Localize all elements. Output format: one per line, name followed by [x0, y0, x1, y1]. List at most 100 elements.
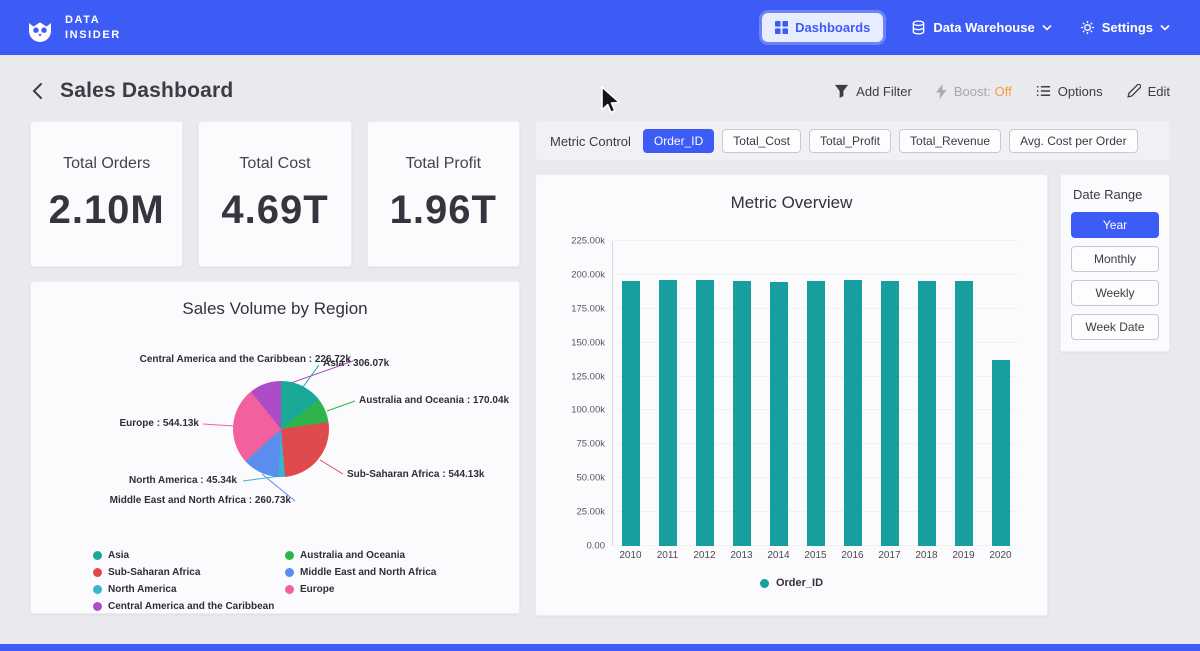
x-axis-label: 2012 — [686, 550, 723, 561]
bar-column — [798, 241, 835, 546]
date-range-button-week-date[interactable]: Week Date — [1071, 314, 1159, 340]
boost-toggle[interactable]: Boost: Off — [936, 84, 1012, 99]
metric-button-avg-cost-per-order[interactable]: Avg. Cost per Order — [1009, 129, 1138, 153]
kpi-label: Total Cost — [239, 155, 310, 173]
y-axis-tick: 125.00k — [571, 371, 605, 382]
pie-callout-north-america: North America : 45.34k — [129, 475, 237, 486]
metric-control-label: Metric Control — [550, 134, 631, 149]
legend-item-middle-east-and-north-africa[interactable]: Middle East and North Africa — [285, 567, 436, 578]
back-button[interactable] — [30, 80, 45, 102]
kpi-card-total-profit: Total Profit 1.96T — [367, 121, 520, 267]
bottom-accent-bar — [0, 644, 1200, 651]
pie-callout-middle-east-and-north-africa: Middle East and North Africa : 260.73k — [110, 495, 291, 506]
chevron-down-icon — [1160, 24, 1170, 31]
kpi-value: 1.96T — [390, 188, 497, 233]
page-header: Sales Dashboard Add Filter Boost: Off Op… — [0, 55, 1200, 121]
options-list-icon — [1036, 85, 1051, 97]
database-icon — [911, 20, 926, 35]
bar-chart-title: Metric Overview — [550, 193, 1033, 213]
bar-2014[interactable] — [770, 282, 788, 546]
x-axis-label: 2020 — [982, 550, 1019, 561]
bar-x-axis: 2010201120122013201420152016201720182019… — [612, 550, 1019, 561]
bar-column — [613, 241, 650, 546]
bar-column — [908, 241, 945, 546]
legend-item-europe[interactable]: Europe — [285, 584, 436, 595]
bar-column — [871, 241, 908, 546]
kpi-card-total-orders: Total Orders 2.10M — [30, 121, 183, 267]
legend-item-sub-saharan-africa[interactable]: Sub-Saharan Africa — [93, 567, 285, 578]
bar-2010[interactable] — [622, 281, 640, 546]
metric-button-total-cost[interactable]: Total_Cost — [722, 129, 801, 153]
metric-button-order-id[interactable]: Order_ID — [643, 129, 714, 153]
date-range-buttons: Year Monthly Weekly Week Date — [1071, 212, 1159, 340]
metric-button-total-profit[interactable]: Total_Profit — [809, 129, 891, 153]
dashboards-button[interactable]: Dashboards — [762, 13, 883, 42]
legend-item-central-america[interactable]: Central America and the Caribbean — [93, 601, 285, 612]
pie-chart[interactable] — [233, 381, 329, 477]
legend-label: Central America and the Caribbean — [108, 601, 274, 612]
edit-pencil-icon — [1127, 84, 1141, 98]
main-content: Total Orders 2.10M Total Cost 4.69T Tota… — [0, 121, 1200, 616]
pie-callout-central-america: Central America and the Caribbean : 226.… — [140, 354, 351, 365]
x-axis-label: 2013 — [723, 550, 760, 561]
data-warehouse-menu[interactable]: Data Warehouse — [911, 20, 1051, 35]
x-axis-label: 2015 — [797, 550, 834, 561]
bar-column — [761, 241, 798, 546]
kpi-value: 2.10M — [49, 188, 165, 233]
legend-item-australia-and-oceania[interactable]: Australia and Oceania — [285, 550, 436, 561]
chevron-down-icon — [1042, 24, 1052, 31]
y-axis-tick: 25.00k — [576, 507, 605, 518]
bar-2017[interactable] — [881, 281, 899, 546]
settings-menu[interactable]: Settings — [1080, 20, 1170, 35]
boost-bolt-icon — [936, 84, 947, 99]
kpi-label: Total Profit — [406, 155, 482, 173]
legend-label: Europe — [300, 584, 334, 595]
bar-chart-legend[interactable]: Order_ID — [550, 577, 1033, 589]
y-axis-tick: 100.00k — [571, 405, 605, 416]
kpi-label: Total Orders — [63, 155, 150, 173]
right-column: Metric Control Order_ID Total_Cost Total_P… — [535, 121, 1170, 616]
kpi-value: 4.69T — [221, 188, 328, 233]
brand-logo[interactable]: DATA INSIDER — [24, 12, 121, 44]
metric-button-total-revenue[interactable]: Total_Revenue — [899, 129, 1001, 153]
dashboards-label: Dashboards — [795, 20, 870, 35]
x-axis-label: 2010 — [612, 550, 649, 561]
legend-dot — [285, 585, 294, 594]
add-filter-button[interactable]: Add Filter — [834, 84, 912, 99]
y-axis-tick: 200.00k — [571, 269, 605, 280]
y-axis-tick: 0.00 — [587, 541, 606, 552]
brand-line1: DATA — [65, 13, 121, 27]
x-axis-label: 2011 — [649, 550, 686, 561]
edit-button[interactable]: Edit — [1127, 84, 1170, 99]
date-range-panel: Date Range YearMonthlyWeeklyWeek Date — [1060, 174, 1170, 352]
pie-chart-title: Sales Volume by Region — [31, 299, 519, 319]
bar-2019[interactable] — [955, 281, 973, 546]
bar-2012[interactable] — [696, 280, 714, 546]
filter-funnel-icon — [834, 84, 849, 98]
settings-label: Settings — [1102, 20, 1153, 35]
bar-2011[interactable] — [659, 280, 677, 546]
bar-2015[interactable] — [807, 281, 825, 546]
pie-chart-card: Sales Volume by Region Asia : 306.07k Au… — [30, 281, 520, 614]
legend-item-north-america[interactable]: North America — [93, 584, 285, 595]
date-range-button-year[interactable]: Year — [1071, 212, 1159, 238]
legend-item-asia[interactable]: Asia — [93, 550, 285, 561]
bar-column — [650, 241, 687, 546]
pie-legend: Asia Sub-Saharan Africa North America Ce… — [93, 550, 519, 612]
metric-buttons: Order_ID Total_Cost Total_Profit Total_Reve… — [643, 129, 1138, 153]
legend-dot — [285, 568, 294, 577]
bar-2016[interactable] — [844, 280, 862, 546]
bar-plot: 0.0025.00k50.00k75.00k100.00k125.00k150.… — [612, 241, 1019, 546]
legend-label: Asia — [108, 550, 129, 561]
legend-label: Middle East and North Africa — [300, 567, 436, 578]
date-range-button-monthly[interactable]: Monthly — [1071, 246, 1159, 272]
top-navbar: DATA INSIDER Dashboards — [0, 0, 1200, 55]
bar-2013[interactable] — [733, 281, 751, 546]
data-warehouse-label: Data Warehouse — [933, 20, 1034, 35]
options-button[interactable]: Options — [1036, 84, 1103, 99]
edit-label: Edit — [1148, 84, 1170, 99]
bar-2018[interactable] — [918, 281, 936, 546]
date-range-button-weekly[interactable]: Weekly — [1071, 280, 1159, 306]
bar-2020[interactable] — [992, 360, 1010, 546]
brand-line2: INSIDER — [65, 28, 121, 42]
